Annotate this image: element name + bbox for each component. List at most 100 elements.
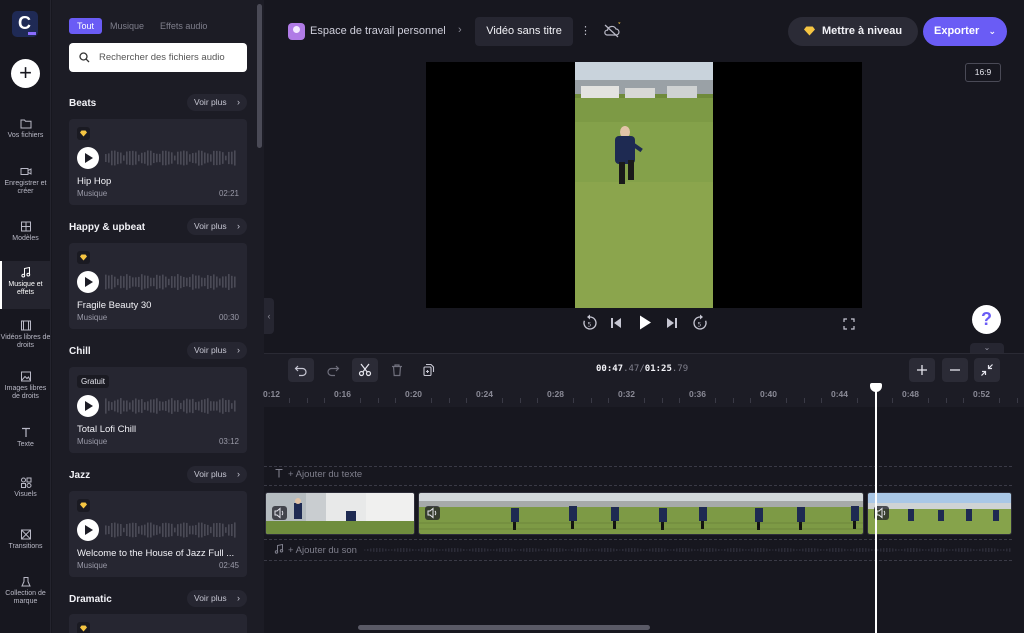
audio-strip-bar [472, 548, 474, 552]
add-sound-label: + Ajouter du son [288, 545, 357, 556]
track-card-hip-hop[interactable]: Hip Hop Musique 02:21 [69, 119, 247, 205]
audio-strip-bar [481, 548, 483, 552]
audio-strip-bar [712, 548, 714, 552]
waveform-bar [129, 402, 131, 410]
track-card-lofi-chill[interactable]: Gratuit Total Lofi Chill Musique 03:12 [69, 367, 247, 453]
video-preview[interactable] [426, 62, 862, 308]
rail-item-transitions[interactable]: Transitions [0, 527, 51, 557]
tab-music[interactable]: Musique [102, 18, 152, 34]
add-text-track[interactable]: + Ajouter du texte [274, 468, 362, 480]
rail-item-stock-images[interactable]: Images libres de droits [0, 369, 51, 409]
undo-button[interactable] [288, 358, 314, 382]
timeline-ruler[interactable]: 0:12 0:16 0:20 0:24 0:28 0:32 0:36 0:40 0:44 0:48… [263, 385, 1024, 407]
play-preview-button[interactable] [77, 147, 99, 169]
duplicate-button[interactable] [416, 358, 442, 382]
zoom-in-button[interactable] [909, 358, 935, 382]
play-preview-button[interactable] [77, 395, 99, 417]
playhead[interactable] [875, 383, 877, 633]
ruler-tick-label: 0:16 [334, 389, 352, 399]
project-title[interactable]: Vidéo sans titre [475, 17, 573, 46]
rewind-5s-icon[interactable]: 5 [582, 314, 598, 332]
playback-controls: 5 5 [578, 314, 710, 334]
timeline-toolbar: 00:47.47/01:25.79 [264, 353, 1024, 385]
rail-item-brand-kit[interactable]: Collection de marque [0, 574, 51, 614]
rail-item-visuals[interactable]: Visuels [0, 475, 51, 505]
audio-strip-bar [979, 548, 981, 552]
fit-timeline-button[interactable] [974, 358, 1000, 382]
search-input[interactable] [99, 50, 241, 65]
create-button[interactable]: + [11, 59, 40, 88]
upgrade-button[interactable]: Mettre à niveau [788, 17, 918, 46]
rail-item-record[interactable]: Enregistrer et créer [0, 164, 51, 204]
timeline-horizontal-scrollbar[interactable] [358, 625, 650, 630]
aspect-ratio-button[interactable]: 16:9 [965, 63, 1001, 82]
waveform-bar [159, 153, 161, 163]
fullscreen-icon[interactable] [843, 318, 855, 330]
waveform-bar [141, 152, 143, 164]
play-preview-button[interactable] [77, 519, 99, 541]
track-card-dramatic[interactable] [69, 614, 247, 633]
audio-strip-bar [796, 549, 798, 551]
redo-button[interactable] [320, 358, 346, 382]
see-more-button-beats[interactable]: Voir plus › [187, 94, 247, 111]
waveform-bar [105, 398, 107, 414]
more-options-icon[interactable]: ⋮ [580, 24, 591, 37]
rail-item-music[interactable]: Musique et effets [0, 261, 51, 309]
waveform-bar [114, 400, 116, 412]
tab-sound-effects[interactable]: Effets audio [152, 18, 215, 34]
chevron-right-icon: › [237, 469, 240, 479]
rail-item-label: Modèles [12, 235, 39, 242]
see-more-button-chill[interactable]: Voir plus › [187, 342, 247, 359]
see-more-button-happy[interactable]: Voir plus › [187, 218, 247, 235]
rail-item-text[interactable]: Texte [0, 425, 51, 455]
ruler-minor-tick [945, 398, 947, 403]
text-icon [275, 468, 283, 478]
audio-strip-bar [526, 548, 528, 552]
audio-strip-bar [625, 548, 627, 552]
see-more-button-jazz[interactable]: Voir plus › [187, 466, 247, 483]
speaker-icon[interactable] [425, 506, 440, 520]
audio-search [69, 43, 247, 72]
waveform-bar [120, 398, 122, 414]
audio-strip-bar [475, 548, 477, 552]
track-divider [264, 539, 1012, 540]
tab-all[interactable]: Tout [69, 18, 103, 34]
see-more-button-dramatic[interactable]: Voir plus › [187, 590, 247, 607]
video-clip-1[interactable] [265, 492, 415, 535]
collapse-timeline-button[interactable]: ⌄ [970, 343, 1004, 353]
waveform-bar [207, 275, 209, 289]
cloud-off-icon[interactable] [602, 21, 622, 41]
waveform-bar [207, 398, 209, 414]
track-card-house-of-jazz[interactable]: Welcome to the House of Jazz Full ... Mu… [69, 491, 247, 577]
speaker-icon[interactable] [272, 506, 287, 520]
workspace-breadcrumb[interactable]: Espace de travail personnel [310, 25, 446, 37]
rail-item-files[interactable]: Vos fichiers [0, 116, 51, 150]
add-sound-track[interactable]: + Ajouter du son [274, 543, 357, 556]
ruler-tick-label: 0:48 [902, 389, 920, 399]
split-button[interactable] [352, 358, 378, 382]
zoom-out-button[interactable] [942, 358, 968, 382]
app-logo[interactable]: C [12, 11, 38, 37]
play-preview-button[interactable] [77, 271, 99, 293]
scrollbar-thumb[interactable] [257, 4, 262, 148]
play-icon[interactable] [637, 314, 653, 331]
waveform-bar [213, 274, 215, 290]
audio-strip-bar [868, 548, 870, 552]
rail-item-stock-videos[interactable]: Vidéos libres de droits [0, 318, 51, 358]
library-scrollbar[interactable] [256, 0, 264, 633]
delete-button[interactable] [384, 358, 410, 382]
video-clip-3[interactable] [867, 492, 1012, 535]
export-button[interactable]: Exporter ⌄ [923, 17, 1007, 46]
forward-5s-icon[interactable]: 5 [692, 314, 708, 332]
collapse-panel-button[interactable]: ‹ [264, 298, 274, 334]
video-clip-2[interactable] [418, 492, 864, 535]
waveform-bar [135, 277, 137, 287]
rail-item-templates[interactable]: Modèles [0, 219, 51, 251]
help-button[interactable]: ? [972, 305, 1001, 334]
waveform-bar [183, 276, 185, 288]
track-name: Welcome to the House of Jazz Full ... [77, 548, 235, 559]
skip-back-icon[interactable] [609, 316, 623, 330]
audio-strip-bar [580, 548, 582, 552]
skip-forward-icon[interactable] [665, 316, 679, 330]
track-card-fragile-beauty[interactable]: Fragile Beauty 30 Musique 00:30 [69, 243, 247, 329]
